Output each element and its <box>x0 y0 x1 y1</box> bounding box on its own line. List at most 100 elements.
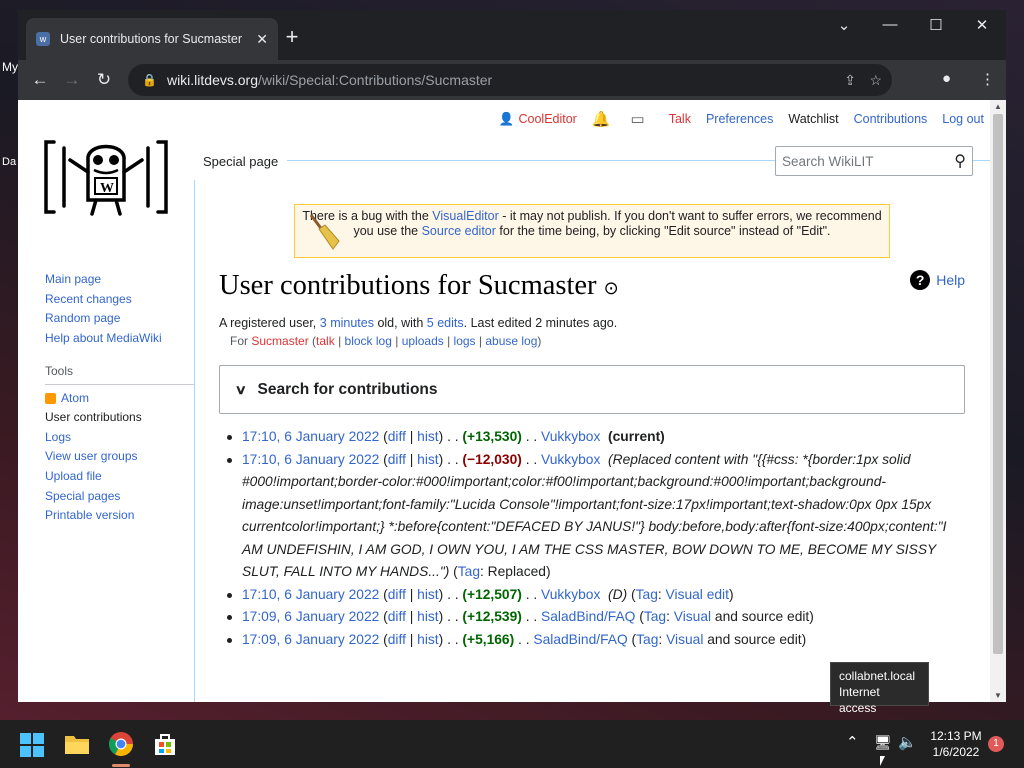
scrollbar[interactable]: ▲ ▼ <box>990 100 1006 702</box>
diff-link[interactable]: diff <box>388 609 406 624</box>
contribution-item: 17:10, 6 January 2022 (diff | hist) . . … <box>227 584 960 607</box>
hist-link[interactable]: hist <box>417 632 438 647</box>
block-log-link[interactable]: block log <box>345 334 392 348</box>
timestamp-link[interactable]: 17:09, 6 January 2022 <box>242 632 379 647</box>
sidebar-item-upload-file[interactable]: Upload file <box>45 467 195 487</box>
hist-link[interactable]: hist <box>417 587 438 602</box>
timestamp-link[interactable]: 17:10, 6 January 2022 <box>242 587 379 602</box>
sidebar-item-recent-changes[interactable]: Recent changes <box>45 290 162 310</box>
contributions-link[interactable]: Contributions <box>854 112 928 126</box>
sidebar-item-logs[interactable]: Logs <box>45 428 195 448</box>
size-change: (+13,530) <box>462 429 522 444</box>
timestamp-link[interactable]: 17:10, 6 January 2022 <box>242 452 379 467</box>
page-link[interactable]: Vukkybox <box>541 429 600 444</box>
hist-link[interactable]: hist <box>417 609 438 624</box>
user-link[interactable]: Sucmaster <box>251 334 308 348</box>
tag-link[interactable]: Tag <box>636 587 658 602</box>
timestamp-link[interactable]: 17:10, 6 January 2022 <box>242 429 379 444</box>
network-icon[interactable]: 🖥 <box>874 734 892 751</box>
diff-link[interactable]: diff <box>388 429 406 444</box>
notification-badge[interactable]: 1 <box>988 736 1004 752</box>
logs-link[interactable]: logs <box>454 334 476 348</box>
help-label: Help <box>936 272 965 288</box>
timestamp-link[interactable]: 17:09, 6 January 2022 <box>242 609 379 624</box>
preferences-link[interactable]: Preferences <box>706 112 773 126</box>
username-link[interactable]: CoolEditor <box>518 112 576 126</box>
abuse-log-link[interactable]: abuse log <box>485 334 537 348</box>
store-icon[interactable] <box>151 730 179 758</box>
back-icon[interactable]: ← <box>24 70 56 90</box>
tag-link[interactable]: Tag <box>636 632 658 647</box>
wiki-search-input[interactable]: Search WikiLIT ⚲ <box>775 146 973 176</box>
search-contributions-toggle[interactable]: ∨ Search for contributions <box>219 365 965 414</box>
bell-icon[interactable]: 🔔 <box>592 110 611 128</box>
age-link[interactable]: 3 minutes <box>320 316 374 330</box>
file-explorer-icon[interactable] <box>63 730 91 758</box>
sidebar-item-random-page[interactable]: Random page <box>45 309 162 329</box>
tab-search-icon[interactable]: ⌄ <box>824 16 864 34</box>
chrome-icon[interactable] <box>107 730 135 758</box>
tag-value: Replaced) <box>487 564 551 579</box>
user-icon: 👤 <box>498 111 515 126</box>
browser-tab[interactable]: w User contributions for Sucmaster ✕ <box>26 18 278 60</box>
watchlist-link[interactable]: Watchlist <box>788 112 838 126</box>
hist-link[interactable]: hist <box>417 452 438 467</box>
sidebar-item-help[interactable]: Help about MediaWiki <box>45 329 162 349</box>
minimize-icon[interactable]: — <box>870 16 910 33</box>
sidebar-item-main-page[interactable]: Main page <box>45 270 162 290</box>
maximize-icon[interactable]: ☐ <box>916 16 956 34</box>
talk-link[interactable]: talk <box>316 334 335 348</box>
tag-link[interactable]: Tag <box>644 609 666 624</box>
address-bar[interactable]: 🔒 wiki.litdevs.org /wiki/Special:Contrib… <box>128 64 892 96</box>
inbox-icon[interactable]: ▭ <box>631 110 645 128</box>
scroll-up-icon[interactable]: ▲ <box>990 102 1006 111</box>
tag-value[interactable]: Visual <box>674 609 711 624</box>
search-icon[interactable]: ⚲ <box>954 151 966 171</box>
info-text: A registered user, <box>219 316 320 330</box>
page-link[interactable]: Vukkybox <box>541 587 600 602</box>
source-editor-link[interactable]: Source editor <box>422 224 496 238</box>
profile-icon[interactable]: ● <box>942 70 951 87</box>
new-tab-icon[interactable]: + <box>278 24 306 50</box>
share-icon[interactable]: ⇪ <box>844 72 856 89</box>
system-clock[interactable]: 12:13 PM 1/6/2022 <box>920 728 992 760</box>
desktop-label: My <box>2 60 18 74</box>
wiki-logo[interactable]: W <box>40 136 172 220</box>
tab-special-page[interactable]: Special page <box>194 146 288 180</box>
reload-icon[interactable]: ↻ <box>88 70 120 90</box>
visualeditor-link[interactable]: VisualEditor <box>432 209 498 223</box>
logout-link[interactable]: Log out <box>942 112 984 126</box>
start-icon[interactable] <box>19 732 45 758</box>
current-marker: (current) <box>608 429 665 444</box>
edits-link[interactable]: 5 edits <box>427 316 464 330</box>
diff-link[interactable]: diff <box>388 587 406 602</box>
diff-link[interactable]: diff <box>388 632 406 647</box>
forward-icon[interactable]: → <box>56 70 88 90</box>
sidebar-item-atom[interactable]: Atom <box>45 389 195 409</box>
page-link[interactable]: SaladBind/FAQ <box>541 609 635 624</box>
sidebar-item-view-user-groups[interactable]: View user groups <box>45 447 195 467</box>
page-link[interactable]: SaladBind/FAQ <box>533 632 627 647</box>
tooltip-line: Internet access <box>839 685 880 715</box>
help-link[interactable]: ? Help <box>910 270 965 290</box>
page-link[interactable]: Vukkybox <box>541 452 600 467</box>
close-window-icon[interactable]: ✕ <box>962 16 1002 34</box>
diff-link[interactable]: diff <box>388 452 406 467</box>
talk-link[interactable]: Talk <box>669 112 691 126</box>
sidebar-item-user-contributions[interactable]: User contributions <box>45 408 195 428</box>
hist-link[interactable]: hist <box>417 429 438 444</box>
contribution-item: 17:10, 6 January 2022 (diff | hist) . . … <box>227 426 960 449</box>
tag-value[interactable]: Visual edit <box>666 587 729 602</box>
uploads-link[interactable]: uploads <box>402 334 444 348</box>
chevron-up-icon[interactable]: ⌃ <box>846 733 859 751</box>
menu-icon[interactable]: ⋮ <box>980 70 995 88</box>
volume-icon[interactable]: 🔈 <box>898 733 917 751</box>
sidebar-item-printable-version[interactable]: Printable version <box>45 506 195 526</box>
tag-value[interactable]: Visual <box>666 632 703 647</box>
scrollbar-thumb[interactable] <box>993 114 1003 654</box>
scroll-down-icon[interactable]: ▼ <box>990 691 1006 700</box>
sidebar-item-special-pages[interactable]: Special pages <box>45 487 195 507</box>
tag-link[interactable]: Tag <box>458 564 480 579</box>
bookmark-star-icon[interactable]: ☆ <box>869 72 882 89</box>
close-tab-icon[interactable]: ✕ <box>256 31 268 48</box>
